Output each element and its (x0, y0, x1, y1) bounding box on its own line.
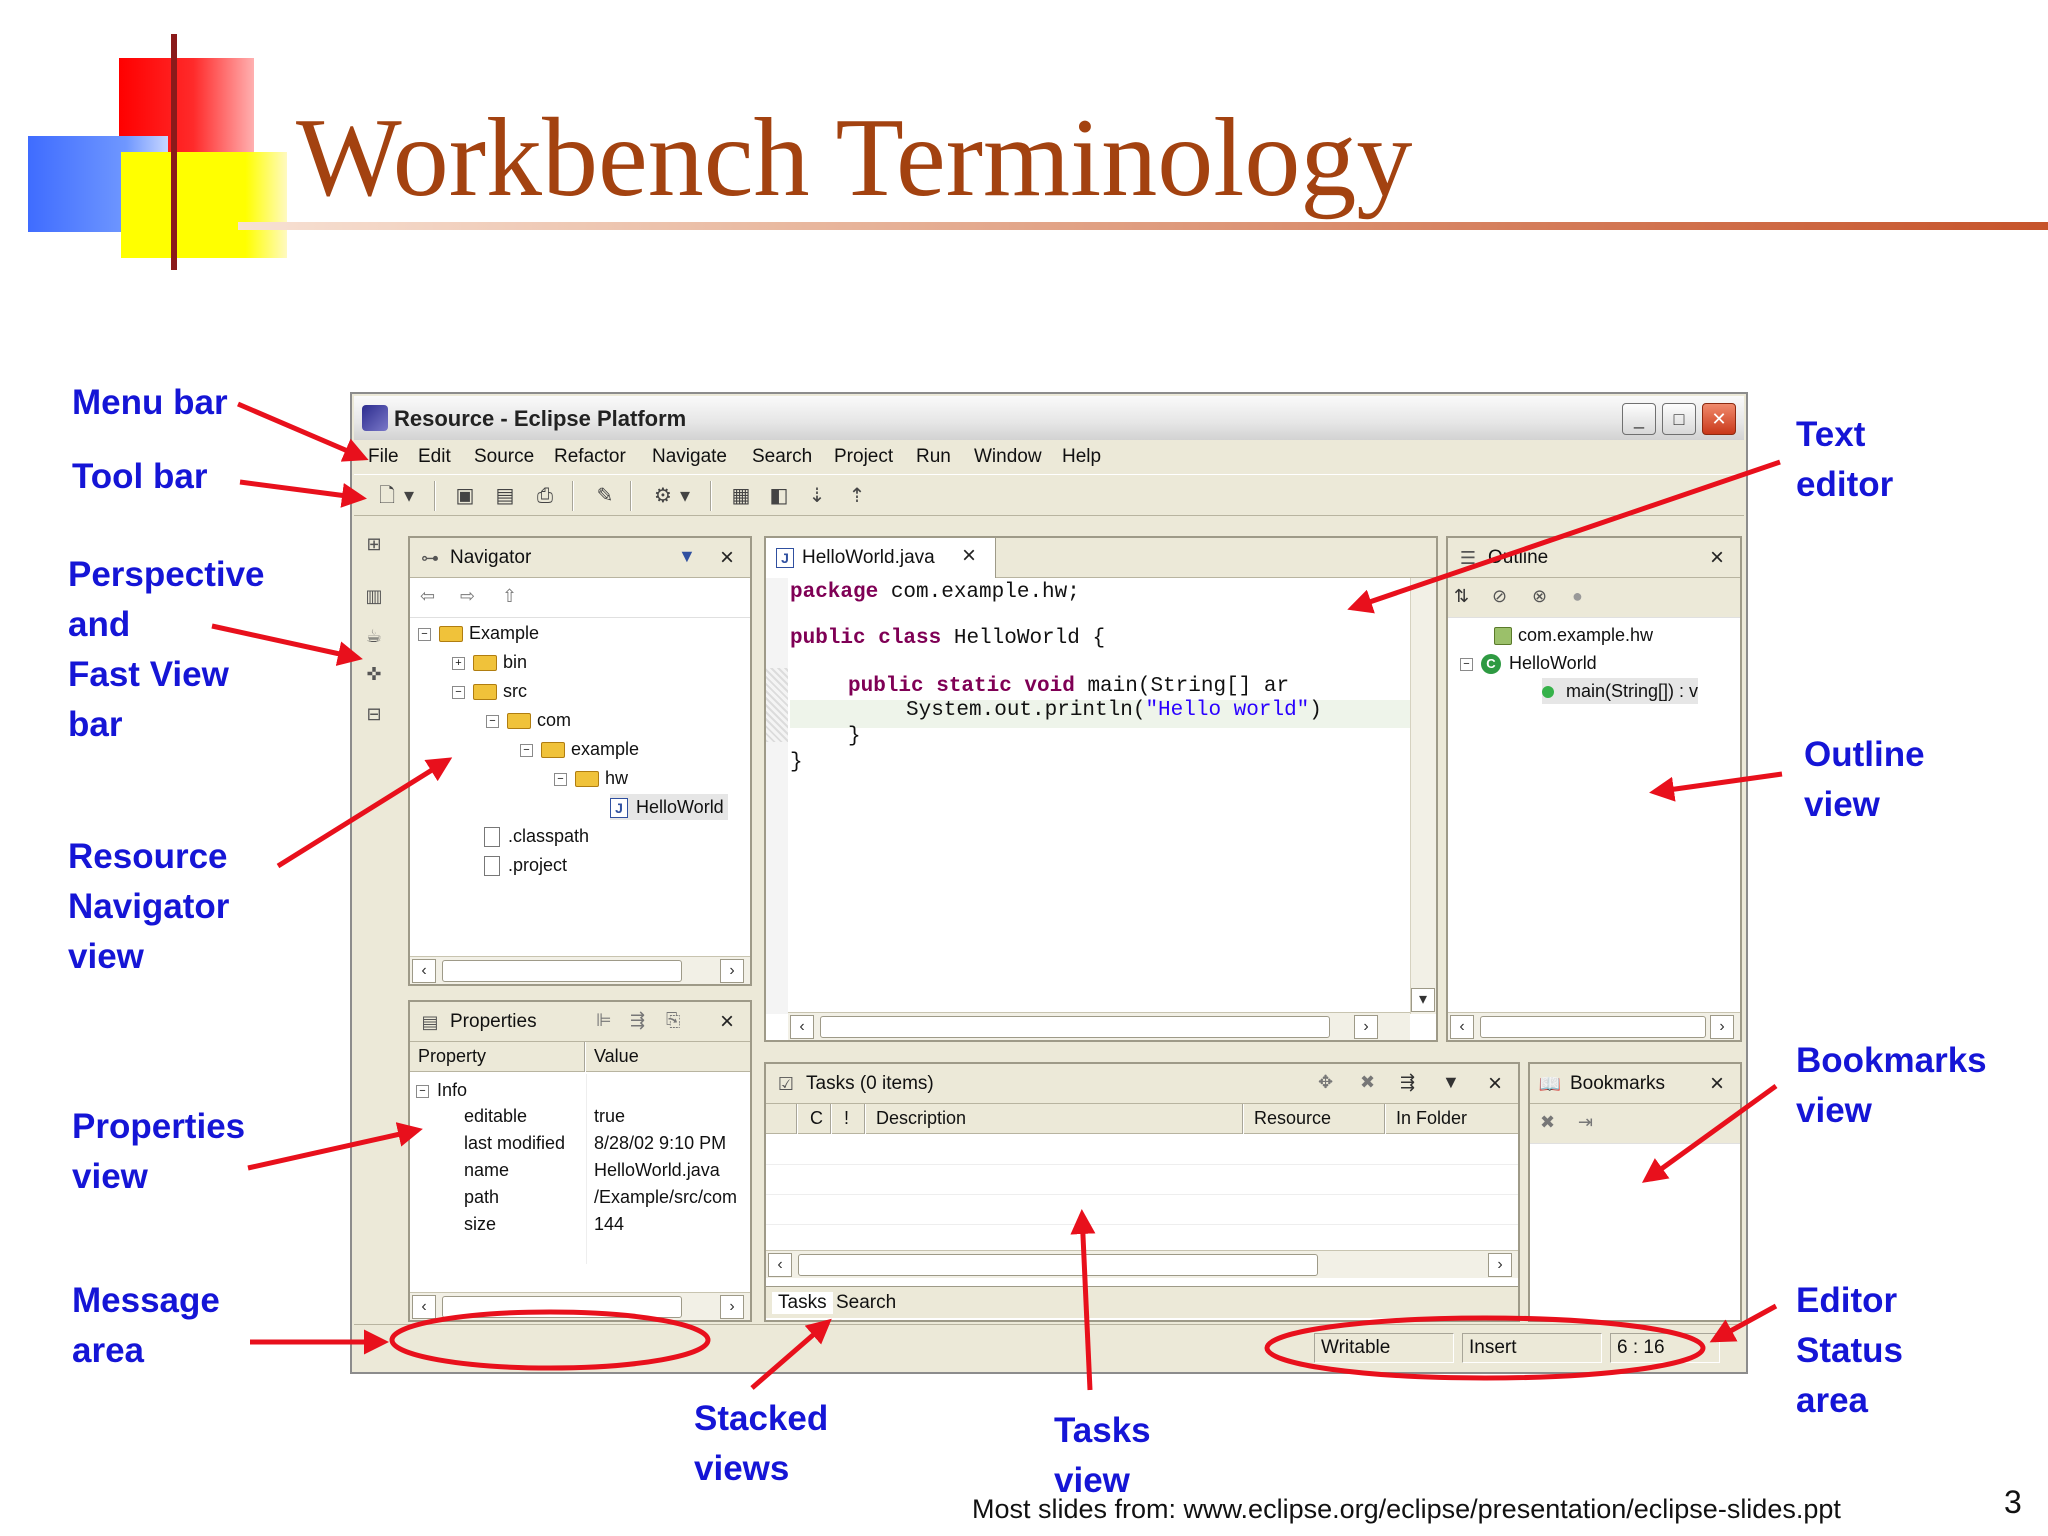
source-footer: Most slides from: www.eclipse.org/eclips… (972, 1494, 1841, 1524)
page-number: 3 (2004, 1484, 2022, 1520)
arrow-tasks-view (1070, 1209, 1096, 1391)
arrow-resource-navigator (276, 757, 453, 869)
arrow-editor-status (1709, 1303, 1778, 1343)
arrow-properties-view (247, 1122, 423, 1171)
arrow-stacked-views (750, 1318, 832, 1390)
annotation-arrows (211, 401, 1783, 1391)
arrow-tool-bar (239, 479, 367, 508)
arrow-outline-view (1649, 771, 1783, 802)
ellipse-message-area (389, 1309, 711, 1371)
arrow-bookmarks-view (1641, 1083, 1778, 1183)
arrow-perspective-bar (211, 623, 363, 666)
arrow-text-editor (1347, 459, 1781, 614)
arrow-menu-bar (237, 401, 369, 462)
ellipse-editor-status (1264, 1315, 1706, 1381)
